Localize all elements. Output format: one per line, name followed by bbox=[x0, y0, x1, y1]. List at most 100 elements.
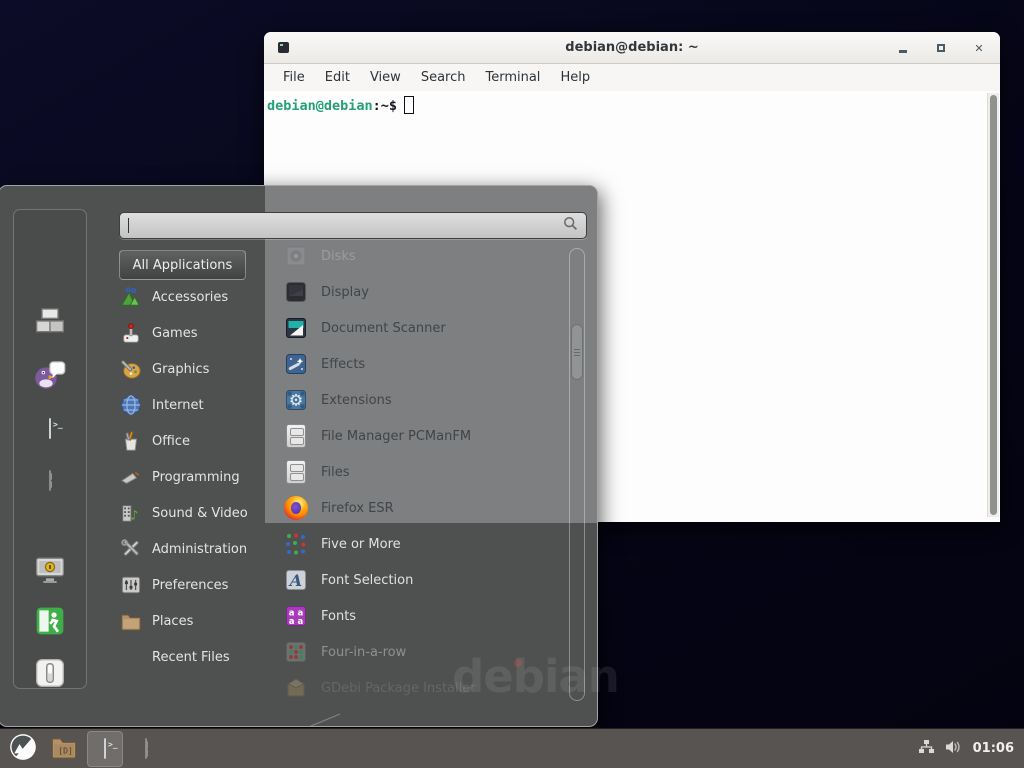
svg-text:⚙: ⚙ bbox=[289, 391, 303, 410]
favorite-firefox[interactable] bbox=[31, 251, 69, 289]
clock[interactable]: 01:06 bbox=[973, 741, 1014, 756]
terminal-cursor bbox=[404, 96, 414, 114]
app-display[interactable]: Display bbox=[283, 274, 555, 310]
terminal-menu-terminal[interactable]: Terminal bbox=[476, 67, 549, 88]
category-sound-video[interactable]: ♪ Sound & Video bbox=[119, 495, 279, 531]
terminal-titlebar[interactable]: debian@debian: ~ ✕ bbox=[264, 32, 1000, 64]
menu-button-icon bbox=[9, 733, 37, 765]
category-internet[interactable]: Internet bbox=[119, 387, 279, 423]
terminal-menu-edit[interactable]: Edit bbox=[316, 67, 359, 88]
prompt-user: debian@debian bbox=[267, 98, 373, 114]
terminal-icon bbox=[104, 739, 106, 758]
taskbar-files[interactable] bbox=[128, 731, 164, 767]
category-preferences[interactable]: Preferences bbox=[119, 567, 279, 603]
none bbox=[119, 645, 143, 669]
scanner-icon bbox=[283, 315, 309, 341]
administration-icon bbox=[119, 537, 143, 561]
fiveormore-icon bbox=[283, 531, 309, 557]
soundvideo-icon: ♪ bbox=[119, 501, 143, 525]
extensions-icon: ⚙ bbox=[283, 387, 309, 413]
files-icon bbox=[283, 459, 309, 485]
svg-text:A: A bbox=[288, 571, 302, 590]
terminal-menubar: FileEditViewSearchTerminalHelp bbox=[264, 64, 1000, 91]
graphics-icon bbox=[119, 357, 143, 381]
debian-swirl-dot bbox=[514, 659, 522, 667]
application-list: Disks Display Document Scanner Effects ⚙… bbox=[283, 238, 555, 706]
files-icon bbox=[145, 739, 147, 758]
firefox-icon bbox=[283, 495, 309, 521]
category-accessories[interactable]: Accessories bbox=[119, 279, 279, 315]
terminal-title: debian@debian: ~ bbox=[264, 40, 1000, 55]
favorite-shutdown[interactable] bbox=[31, 656, 69, 694]
maximize-button[interactable] bbox=[934, 41, 948, 55]
app-extensions[interactable]: ⚙ Extensions bbox=[283, 382, 555, 418]
all-applications-button[interactable]: All Applications bbox=[119, 250, 246, 280]
svg-text:[D]: [D] bbox=[58, 745, 73, 755]
app-fonts[interactable]: a a a a Fonts bbox=[283, 598, 555, 634]
svg-text:a a: a a bbox=[289, 617, 304, 627]
terminal-scrollbar[interactable] bbox=[987, 93, 999, 517]
menu-scrollbar[interactable] bbox=[569, 248, 585, 701]
favorite-lockscreen[interactable] bbox=[31, 552, 69, 590]
search-input[interactable] bbox=[119, 212, 587, 239]
taskbar-terminal[interactable] bbox=[87, 731, 123, 767]
preferences-icon bbox=[119, 573, 143, 597]
debian-watermark: debian bbox=[452, 650, 619, 703]
programming-icon bbox=[119, 465, 143, 489]
close-button[interactable]: ✕ bbox=[972, 41, 986, 55]
terminal-menu-search[interactable]: Search bbox=[412, 67, 475, 88]
app-effects[interactable]: Effects bbox=[283, 346, 555, 382]
terminal-menu-file[interactable]: File bbox=[274, 67, 314, 88]
app-font-selection[interactable]: A Font Selection bbox=[283, 562, 555, 598]
application-menu: All Applications Accessories Games Graph… bbox=[0, 185, 598, 727]
category-recent-files[interactable]: Recent Files bbox=[119, 639, 279, 675]
taskbar-menu-button[interactable] bbox=[5, 731, 41, 767]
office-icon bbox=[119, 429, 143, 453]
folder-d-icon: [D] bbox=[50, 733, 78, 765]
favorites-panel bbox=[13, 209, 87, 689]
category-office[interactable]: Office bbox=[119, 423, 279, 459]
games-icon bbox=[119, 321, 143, 345]
display-icon bbox=[283, 279, 309, 305]
app-files[interactable]: Files bbox=[283, 454, 555, 490]
effects-icon bbox=[283, 351, 309, 377]
filemanager-icon bbox=[283, 423, 309, 449]
favorite-pidgin[interactable] bbox=[31, 357, 69, 395]
taskbar-folder-d[interactable]: [D] bbox=[46, 731, 82, 767]
favorite-logout[interactable] bbox=[31, 604, 69, 642]
accessories-icon bbox=[119, 285, 143, 309]
terminal-prompt: debian@debian:~$ bbox=[267, 96, 414, 114]
app-five-or-more[interactable]: Five or More bbox=[283, 526, 555, 562]
terminal-menu-help[interactable]: Help bbox=[551, 67, 599, 88]
places-icon bbox=[119, 609, 143, 633]
terminal-scrollbar-thumb[interactable] bbox=[990, 95, 997, 515]
favorite-files[interactable] bbox=[31, 461, 69, 499]
terminal-icon bbox=[49, 419, 51, 438]
packages-icon bbox=[34, 305, 66, 341]
favorite-packages[interactable] bbox=[31, 304, 69, 342]
volume-icon[interactable] bbox=[945, 739, 963, 759]
svg-text:♪: ♪ bbox=[130, 508, 138, 523]
category-list: Accessories Games Graphics Internet Offi… bbox=[119, 279, 279, 675]
search-icon bbox=[563, 216, 578, 235]
minimize-button[interactable] bbox=[896, 41, 910, 55]
network-icon[interactable] bbox=[918, 739, 935, 759]
shutdown-icon bbox=[34, 657, 66, 693]
favorite-terminal[interactable] bbox=[31, 409, 69, 447]
fonts-icon: a a a a bbox=[283, 603, 309, 629]
category-places[interactable]: Places bbox=[119, 603, 279, 639]
internet-icon bbox=[119, 393, 143, 417]
gdebi-icon bbox=[283, 675, 309, 701]
taskbar: [D] 01:06 bbox=[0, 728, 1024, 768]
app-document-scanner[interactable]: Document Scanner bbox=[283, 310, 555, 346]
category-games[interactable]: Games bbox=[119, 315, 279, 351]
category-graphics[interactable]: Graphics bbox=[119, 351, 279, 387]
category-administration[interactable]: Administration bbox=[119, 531, 279, 567]
terminal-menu-view[interactable]: View bbox=[361, 67, 410, 88]
app-firefox-esr[interactable]: Firefox ESR bbox=[283, 490, 555, 526]
menu-scrollbar-thumb[interactable] bbox=[571, 324, 583, 380]
app-file-manager-pcmanfm[interactable]: File Manager PCManFM bbox=[283, 418, 555, 454]
category-programming[interactable]: Programming bbox=[119, 459, 279, 495]
fourinarow-icon bbox=[283, 639, 309, 665]
app-disks[interactable]: Disks bbox=[283, 238, 555, 274]
